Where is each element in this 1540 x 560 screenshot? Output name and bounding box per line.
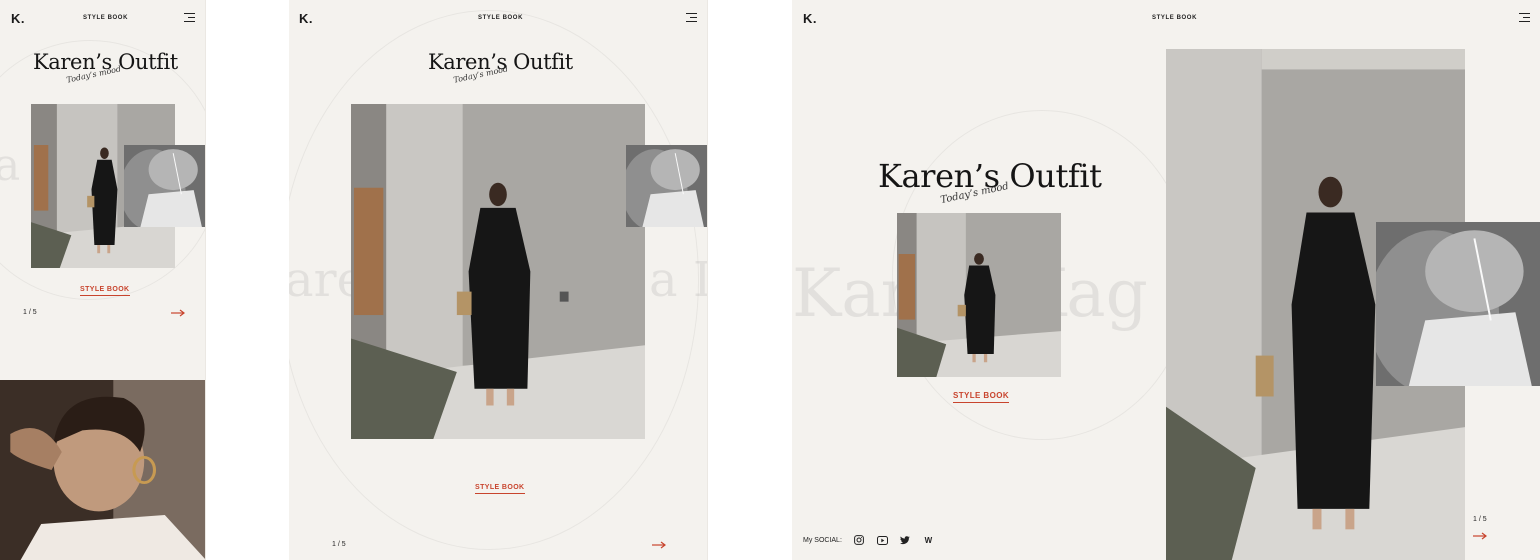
social-links: My SOCIAL: W — [803, 535, 940, 545]
logo[interactable]: K. — [299, 11, 313, 26]
desktop-screen: Kar Kag K. STYLE BOOK Karen’s Outfit Tod… — [792, 0, 1540, 560]
detail-photo[interactable] — [626, 145, 707, 227]
detail-photo-image — [124, 145, 205, 227]
pager-indicator: 1 / 5 — [332, 541, 346, 548]
ghost-background-text: a I — [649, 252, 708, 308]
outfit-photo-full[interactable] — [351, 104, 645, 439]
youtube-icon[interactable] — [871, 535, 894, 545]
social-label: My SOCIAL: — [803, 536, 842, 544]
nav-title[interactable]: STYLE BOOK — [478, 15, 523, 21]
detail-photo[interactable] — [124, 145, 205, 227]
outfit-photo-small[interactable] — [897, 213, 1061, 377]
outfit-photo-image — [351, 104, 645, 439]
next-arrow-icon[interactable] — [1473, 532, 1487, 540]
outfit-photo-small-image — [897, 213, 1061, 377]
nav-title[interactable]: STYLE BOOK — [1152, 15, 1197, 21]
w-icon[interactable]: W — [917, 536, 940, 545]
pager-indicator: 1 / 5 — [23, 309, 37, 316]
hamburger-menu-icon[interactable] — [1519, 13, 1530, 22]
style-book-link[interactable]: STYLE BOOK — [953, 391, 1010, 403]
tablet-screen: are a I K. STYLE BOOK Karen’s Outfit Tod… — [289, 0, 708, 560]
nav-title[interactable]: STYLE BOOK — [83, 15, 128, 21]
mobile-screen: a I K. STYLE BOOK Karen’s Outfit Today’s… — [0, 0, 206, 560]
logo[interactable]: K. — [11, 11, 25, 26]
detail-photo-image — [1376, 222, 1540, 386]
portrait-photo[interactable] — [0, 380, 205, 560]
style-book-link[interactable]: STYLE BOOK — [475, 484, 525, 494]
next-arrow-icon[interactable] — [171, 309, 185, 317]
next-arrow-icon[interactable] — [652, 541, 666, 549]
hamburger-menu-icon[interactable] — [184, 13, 195, 22]
logo[interactable]: K. — [803, 11, 817, 26]
detail-photo-image — [626, 145, 707, 227]
pager-indicator: 1 / 5 — [1473, 516, 1487, 523]
w-icon-glyph: W — [924, 535, 933, 545]
instagram-icon[interactable] — [848, 535, 871, 545]
portrait-photo-image — [0, 380, 205, 560]
hamburger-menu-icon[interactable] — [686, 13, 697, 22]
detail-photo[interactable] — [1376, 222, 1540, 386]
ghost-background-text: Kar — [792, 255, 913, 332]
style-book-link[interactable]: STYLE BOOK — [80, 286, 130, 296]
twitter-icon[interactable] — [894, 535, 917, 545]
